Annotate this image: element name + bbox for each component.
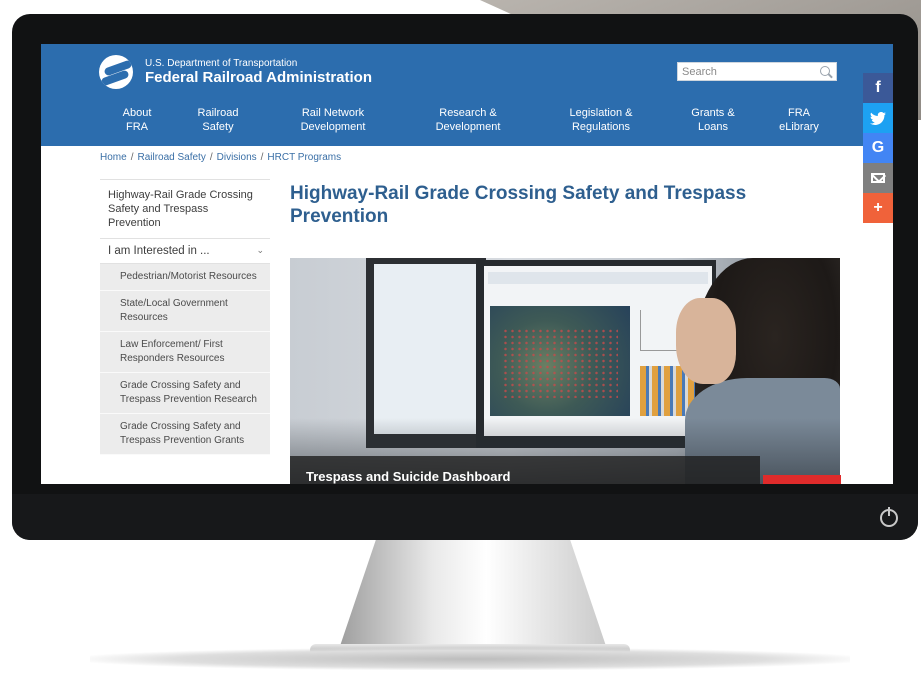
sidebar: Highway-Rail Grade Crossing Safety and T… <box>100 179 270 455</box>
breadcrumb-divisions[interactable]: Divisions <box>217 152 257 163</box>
dot-logo-icon[interactable] <box>99 55 133 89</box>
site-header: U.S. Department of Transportation Federa… <box>41 44 893 146</box>
search-box[interactable] <box>677 62 837 81</box>
monitor-shadow <box>90 648 850 670</box>
main-nav: About FRA Railroad Safety Rail Network Deve… <box>41 106 893 142</box>
breadcrumb-hrct[interactable]: HRCT Programs <box>267 152 341 163</box>
search-input[interactable] <box>682 65 812 79</box>
power-icon[interactable] <box>880 507 898 527</box>
sidebar-item-law-enforcement[interactable]: Law Enforcement/ First Responders Resour… <box>100 332 270 373</box>
department-name: U.S. Department of Transportation <box>145 58 298 69</box>
monitor-stand <box>338 540 608 652</box>
breadcrumb-home[interactable]: Home <box>100 152 127 163</box>
breadcrumb-railroad-safety[interactable]: Railroad Safety <box>137 152 205 163</box>
google-icon[interactable]: G <box>863 133 893 163</box>
monitor-chin <box>12 494 918 540</box>
nav-elibrary[interactable]: FRA eLibrary <box>744 106 854 134</box>
chevron-down-icon: ⌄ <box>256 245 264 255</box>
twitter-icon[interactable] <box>863 103 893 133</box>
nav-research[interactable]: Research & Development <box>413 106 523 134</box>
nav-railroad-safety[interactable]: Railroad Safety <box>163 106 273 134</box>
facebook-icon[interactable]: f <box>863 73 893 103</box>
search-icon[interactable] <box>820 66 830 76</box>
more-share-icon[interactable]: + <box>863 193 893 223</box>
nav-rail-network[interactable]: Rail Network Development <box>278 106 388 134</box>
social-share-bar: f G + <box>863 73 893 223</box>
sidebar-item-research[interactable]: Grade Crossing Safety and Trespass Preve… <box>100 373 270 414</box>
breadcrumb: Home / Railroad Safety / Divisions / HRCT Prog… <box>100 152 342 163</box>
sidebar-item-pedestrian[interactable]: Pedestrian/Motorist Resources <box>100 264 270 291</box>
nav-legislation[interactable]: Legislation & Regulations <box>546 106 656 134</box>
sidebar-item-government[interactable]: State/Local Government Resources <box>100 291 270 332</box>
sidebar-section-title[interactable]: Highway-Rail Grade Crossing Safety and T… <box>100 179 270 239</box>
browser-screen: U.S. Department of Transportation Federa… <box>41 44 893 484</box>
sidebar-interest-label: I am Interested in ... <box>108 245 210 257</box>
email-icon[interactable] <box>863 163 893 193</box>
sidebar-interest-dropdown[interactable]: I am Interested in ... ⌄ <box>100 239 270 264</box>
page-title: Highway-Rail Grade Crossing Safety and T… <box>290 183 747 227</box>
sidebar-item-grants[interactable]: Grade Crossing Safety and Trespass Preve… <box>100 414 270 455</box>
agency-name[interactable]: Federal Railroad Administration <box>145 69 372 86</box>
